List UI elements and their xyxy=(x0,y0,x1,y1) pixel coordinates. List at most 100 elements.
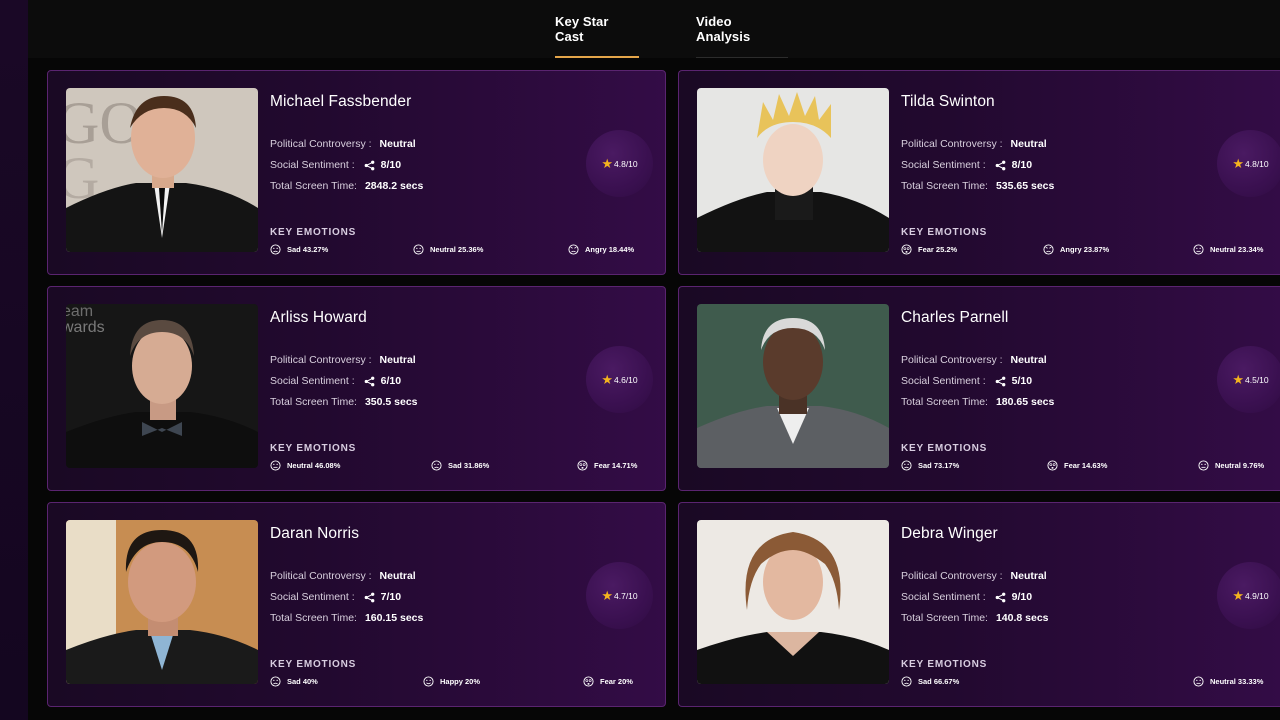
sad-face-icon xyxy=(270,244,281,255)
emotion-label: Sad 66.67% xyxy=(918,677,960,686)
emotion-item: Neutral 46.08% xyxy=(270,460,340,471)
neutral-face-icon xyxy=(1193,244,1204,255)
emotion-item: Angry 23.87% xyxy=(1043,244,1109,255)
emotion-label: Angry 23.87% xyxy=(1060,245,1110,254)
actor-name: Tilda Swinton xyxy=(901,93,995,110)
emotion-label: Happy 20% xyxy=(440,677,481,686)
emotion-label: Fear 14.63% xyxy=(1064,461,1108,470)
share-icon xyxy=(364,376,375,387)
angry-face-icon xyxy=(1043,244,1054,255)
emotion-label: Sad 43.27% xyxy=(287,245,329,254)
emotion-item: Neutral 9.76% xyxy=(1198,460,1264,471)
happy-face-icon xyxy=(423,676,434,687)
political-controversy: Political Controversy : Neutral xyxy=(270,138,416,150)
emotion-label: Neutral 25.36% xyxy=(430,245,484,254)
star-icon: ★ xyxy=(601,156,613,171)
cast-card[interactable]: Tilda Swinton Political Controversy : Ne… xyxy=(678,70,1280,275)
social-sentiment: Social Sentiment : 8/10 xyxy=(901,159,1032,171)
tab-key-star-cast[interactable]: Key Star Cast xyxy=(555,0,639,58)
emotion-item: Sad 40% xyxy=(270,676,318,687)
screen-time: Total Screen Time: 350.5 secs xyxy=(270,396,418,408)
screen-time-value: 2848.2 secs xyxy=(364,180,424,192)
share-icon xyxy=(364,160,375,171)
top-tab-bar: Key Star Cast Video Analysis xyxy=(28,0,1280,58)
cast-card[interactable]: Daran Norris Political Controversy : Neu… xyxy=(47,502,666,707)
rating-value: 4.8/10 xyxy=(614,158,638,169)
political-label: Political Controversy : xyxy=(270,138,372,150)
sad-face-icon xyxy=(431,460,442,471)
emotion-label: Neutral 33.33% xyxy=(1210,677,1264,686)
cast-card[interactable]: GOL G Michael Fassbender Political Contr… xyxy=(47,70,666,275)
screen-time-label: Total Screen Time: xyxy=(901,180,988,192)
star-icon: ★ xyxy=(601,588,613,603)
screen-time-value: 535.65 secs xyxy=(995,180,1055,192)
social-value: 8/10 xyxy=(1011,159,1033,171)
social-label: Social Sentiment : xyxy=(270,375,355,387)
political-value: Neutral xyxy=(1010,354,1047,366)
screen-time: Total Screen Time: 535.65 secs xyxy=(901,180,1054,192)
social-label: Social Sentiment : xyxy=(270,159,355,171)
svg-text:eam: eam xyxy=(66,304,93,320)
actor-photo xyxy=(66,520,258,684)
political-controversy: Political Controversy : Neutral xyxy=(901,138,1047,150)
share-icon xyxy=(995,376,1006,387)
key-emotions-heading: KEY EMOTIONS xyxy=(270,659,357,670)
sad-face-icon xyxy=(901,676,912,687)
social-label: Social Sentiment : xyxy=(270,591,355,603)
tab-video-analysis[interactable]: Video Analysis xyxy=(696,0,788,58)
key-emotions-heading: KEY EMOTIONS xyxy=(270,443,357,454)
actor-photo xyxy=(697,520,889,684)
key-emotions-heading: KEY EMOTIONS xyxy=(901,227,988,238)
rating-badge: ★ 4.7/10 xyxy=(586,562,653,629)
actor-photo xyxy=(697,88,889,252)
political-label: Political Controversy : xyxy=(270,570,372,582)
social-label: Social Sentiment : xyxy=(901,375,986,387)
cast-card[interactable]: eam wards Arliss Howard Political Contro… xyxy=(47,286,666,491)
star-icon: ★ xyxy=(1232,156,1244,171)
neutral-face-icon xyxy=(1198,460,1209,471)
emotion-item: Sad 31.86% xyxy=(431,460,489,471)
fear-face-icon xyxy=(583,676,594,687)
political-label: Political Controversy : xyxy=(901,354,1003,366)
screen-time: Total Screen Time: 140.8 secs xyxy=(901,612,1049,624)
social-value: 6/10 xyxy=(380,375,402,387)
actor-photo xyxy=(697,304,889,468)
political-value: Neutral xyxy=(379,570,416,582)
emotion-item: Fear 14.71% xyxy=(577,460,637,471)
political-label: Political Controversy : xyxy=(901,570,1003,582)
sad-face-icon xyxy=(901,460,912,471)
emotion-label: Sad 31.86% xyxy=(448,461,490,470)
star-icon: ★ xyxy=(601,372,613,387)
actor-name: Daran Norris xyxy=(270,525,360,542)
screen-time: Total Screen Time: 2848.2 secs xyxy=(270,180,423,192)
sad-face-icon xyxy=(270,676,281,687)
fear-face-icon xyxy=(901,244,912,255)
rating-value: 4.5/10 xyxy=(1245,374,1269,385)
emotion-label: Fear 20% xyxy=(600,677,633,686)
emotion-label: Sad 73.17% xyxy=(918,461,960,470)
screen-time-label: Total Screen Time: xyxy=(270,180,357,192)
screen-time-label: Total Screen Time: xyxy=(901,612,988,624)
actor-name: Michael Fassbender xyxy=(270,93,412,110)
emotion-item: Fear 20% xyxy=(583,676,633,687)
political-controversy: Political Controversy : Neutral xyxy=(901,570,1047,582)
rating-value: 4.6/10 xyxy=(614,374,638,385)
emotion-label: Neutral 46.08% xyxy=(287,461,341,470)
screen-time-label: Total Screen Time: xyxy=(901,396,988,408)
social-value: 5/10 xyxy=(1011,375,1033,387)
emotion-item: Neutral 23.34% xyxy=(1193,244,1263,255)
cast-card[interactable]: Debra Winger Political Controversy : Neu… xyxy=(678,502,1280,707)
emotion-item: Fear 25.2% xyxy=(901,244,957,255)
rating-badge: ★ 4.9/10 xyxy=(1217,562,1280,629)
social-label: Social Sentiment : xyxy=(901,159,986,171)
social-label: Social Sentiment : xyxy=(901,591,986,603)
political-controversy: Political Controversy : Neutral xyxy=(270,354,416,366)
emotion-item: Neutral 25.36% xyxy=(413,244,483,255)
star-icon: ★ xyxy=(1232,588,1244,603)
share-icon xyxy=(364,592,375,603)
emotion-item: Sad 73.17% xyxy=(901,460,959,471)
political-value: Neutral xyxy=(379,138,416,150)
social-sentiment: Social Sentiment : 7/10 xyxy=(270,591,401,603)
cast-card[interactable]: Charles Parnell Political Controversy : … xyxy=(678,286,1280,491)
emotion-item: Sad 66.67% xyxy=(901,676,959,687)
